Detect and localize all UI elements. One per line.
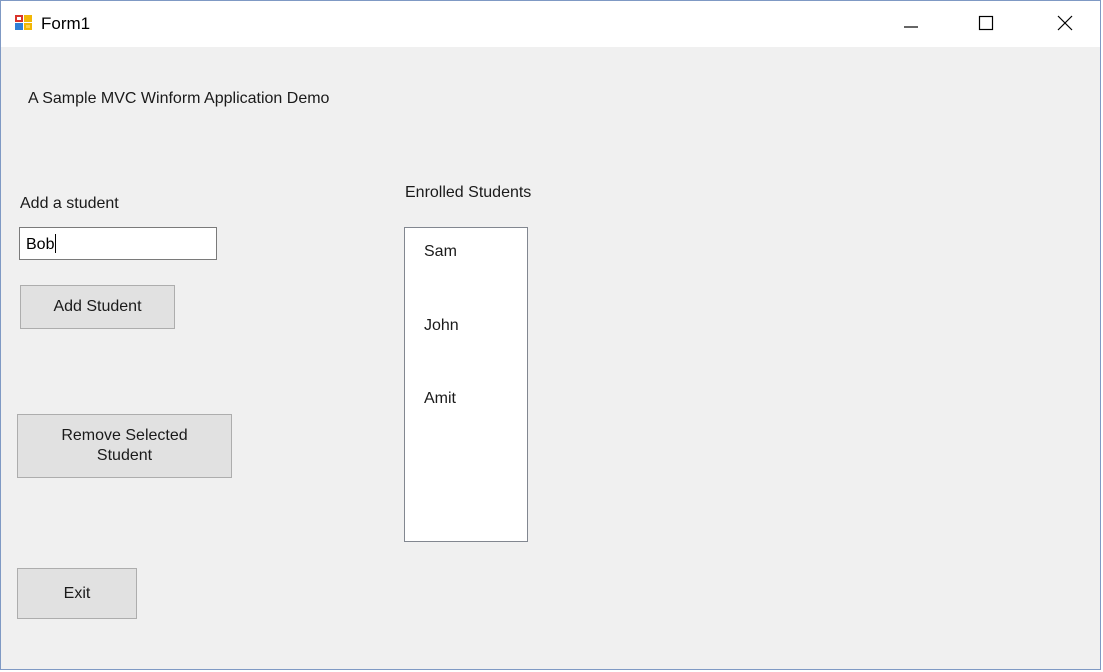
list-item[interactable]: Amit — [424, 389, 456, 409]
enrolled-students-label: Enrolled Students — [405, 184, 532, 201]
close-icon — [1056, 14, 1074, 32]
text-caret — [55, 234, 57, 253]
student-name-input[interactable]: Bob — [19, 227, 217, 260]
add-student-label: Add a student — [20, 195, 119, 212]
minimize-icon — [902, 14, 920, 32]
winforms-app-icon — [14, 13, 34, 33]
add-student-button-label: Add Student — [53, 298, 142, 315]
close-button[interactable] — [1033, 1, 1097, 45]
enrolled-students-listbox[interactable]: Sam John Amit — [404, 227, 528, 542]
remove-selected-student-button[interactable]: Remove Selected Student — [17, 414, 232, 478]
remove-selected-student-button-label: Remove Selected Student — [61, 427, 188, 464]
form1-window: Form1 A Sample MVC Winform Application D… — [0, 0, 1101, 670]
maximize-icon — [977, 14, 995, 32]
window-title: Form1 — [41, 14, 91, 33]
list-item[interactable]: Sam — [424, 242, 457, 262]
demo-heading-label: A Sample MVC Winform Application Demo — [28, 90, 330, 107]
title-bar[interactable]: Form1 — [1, 1, 1100, 47]
list-item[interactable]: John — [424, 316, 459, 336]
minimize-button[interactable] — [879, 1, 943, 45]
maximize-button[interactable] — [954, 1, 1018, 45]
exit-button[interactable]: Exit — [17, 568, 137, 619]
add-student-button[interactable]: Add Student — [20, 285, 175, 329]
student-name-value: Bob — [26, 236, 55, 253]
exit-button-label: Exit — [63, 584, 91, 602]
